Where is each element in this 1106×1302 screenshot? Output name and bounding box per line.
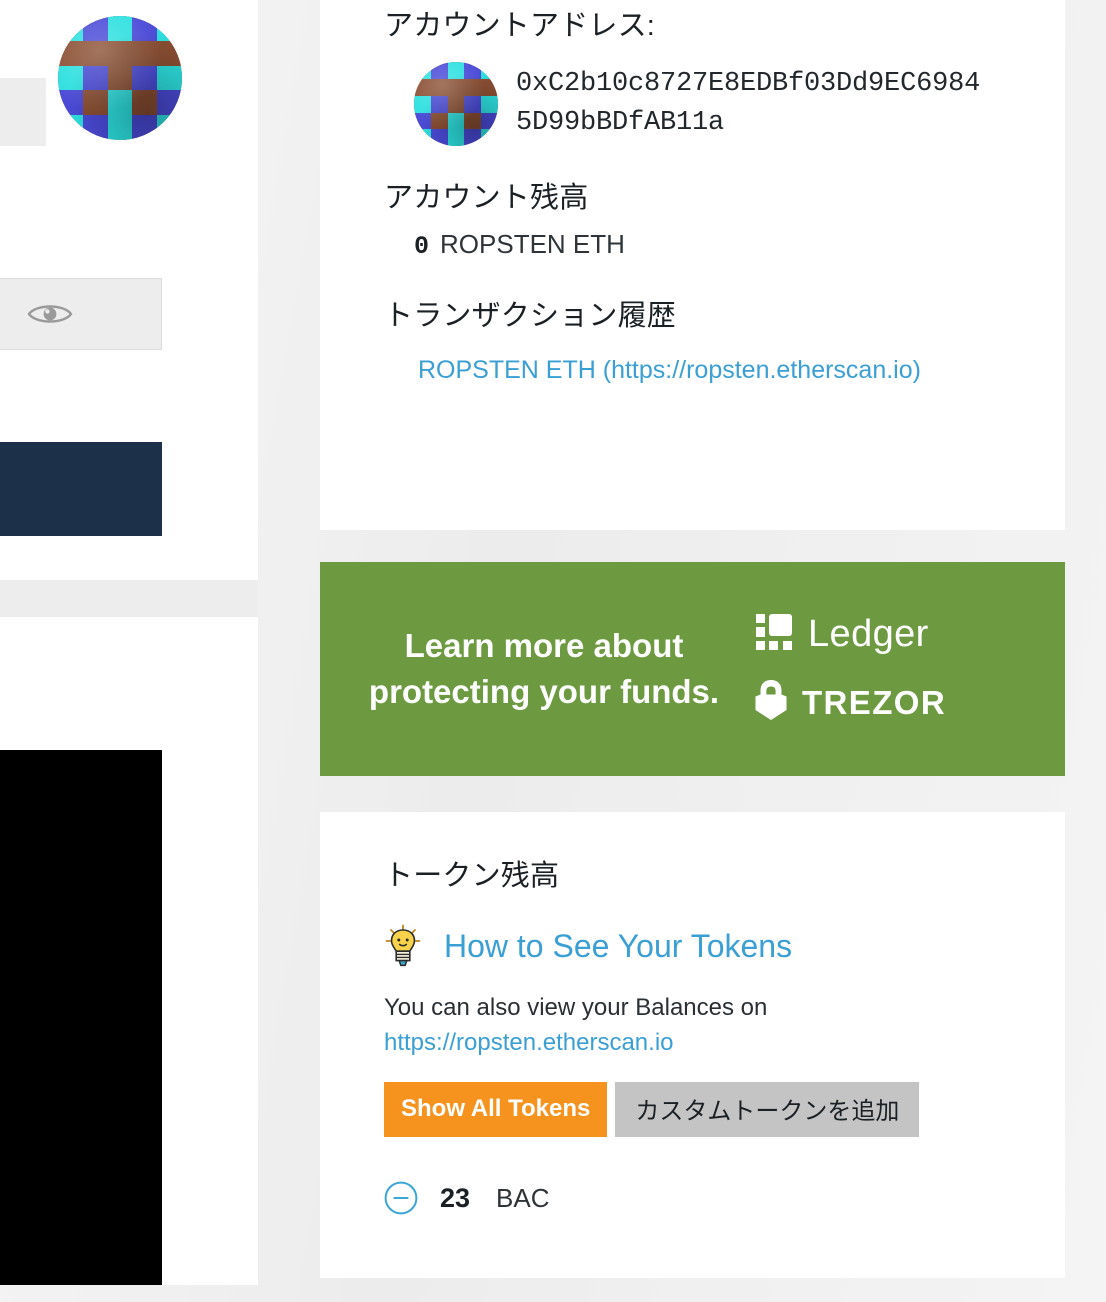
transaction-history-link[interactable]: ROPSTEN ETH (https://ropsten.etherscan.i…: [384, 348, 1038, 392]
add-custom-token-button[interactable]: カスタムトークンを追加: [615, 1082, 920, 1138]
account-balance-unit: ROPSTEN ETH: [440, 228, 625, 259]
left-panel-gap: [0, 580, 258, 617]
how-to-see-tokens-link[interactable]: How to See Your Tokens: [444, 928, 792, 965]
trezor-lock-icon: [754, 679, 788, 726]
promo-banner-text: Learn more about protecting your funds.: [368, 627, 720, 710]
identicon-cell: [107, 65, 133, 91]
also-view-balances-text: You can also view your Balances on https…: [384, 990, 1001, 1060]
ledger-mark-icon: [754, 612, 794, 657]
identicon-cell: [430, 112, 448, 130]
identicon-cell: [107, 40, 133, 66]
token-actions-row: Show All Tokens カスタムトークンを追加: [384, 1082, 1001, 1138]
identicon-cell: [82, 65, 108, 91]
token-balance-heading: トークン残高: [384, 860, 560, 892]
identicon-cell: [58, 115, 83, 140]
identicon-cell: [464, 129, 482, 147]
identicon-grid-small: [414, 62, 498, 147]
identicon-cell: [157, 65, 182, 91]
identicon-cell: [447, 62, 465, 80]
sidebar-navy-panel: [0, 442, 162, 536]
identicon-cell: [447, 112, 465, 130]
eye-icon: [27, 300, 73, 328]
identicon-cell: [82, 16, 108, 41]
account-avatar-large: [58, 16, 182, 140]
identicon-cell: [132, 40, 158, 66]
etherscan-url-link[interactable]: https://ropsten.etherscan.io: [384, 1025, 1001, 1060]
trezor-wordmark: TREZOR: [802, 683, 947, 721]
identicon-cell: [157, 40, 182, 66]
promo-logo-group: Ledger TREZOR: [740, 612, 1065, 726]
identicon-cell: [481, 129, 498, 147]
trezor-logo[interactable]: TREZOR: [754, 679, 946, 726]
identicon-cell: [414, 79, 431, 96]
hardware-wallet-promo-banner[interactable]: Learn more about protecting your funds. …: [320, 562, 1065, 776]
identicon-cell: [58, 65, 83, 91]
sidebar-placeholder-box: [0, 78, 46, 146]
transaction-history-heading: トランザクション履歴: [384, 299, 677, 332]
identicon-cell: [430, 129, 448, 147]
token-balance-card: トークン残高 How to See Your Tokens You can al…: [320, 812, 1065, 1278]
account-avatar-small: [414, 62, 498, 147]
identicon-cell: [430, 79, 448, 96]
token-list-item[interactable]: 23 BAC: [384, 1181, 1001, 1215]
how-to-see-tokens-row[interactable]: How to See Your Tokens: [384, 924, 1001, 968]
account-address-heading: アカウントアドレス:: [384, 10, 656, 42]
identicon-cell: [58, 40, 83, 66]
account-address-value[interactable]: 0xC2b10c8727E8EDBf03Dd9EC69845D99bBDfAB1…: [516, 65, 986, 143]
identicon-cell: [414, 62, 431, 80]
identicon-cell: [447, 129, 465, 147]
remove-token-icon[interactable]: [384, 1181, 418, 1215]
identicon-cell: [464, 112, 482, 130]
account-balance-row: 0 ROPSTEN ETH: [384, 229, 1001, 262]
identicon-cell: [132, 115, 158, 140]
identicon-cell: [107, 90, 133, 116]
identicon-cell: [481, 95, 498, 113]
identicon-cell: [58, 16, 83, 41]
identicon-cell: [481, 62, 498, 80]
show-account-details-button[interactable]: [0, 278, 162, 350]
lightbulb-icon: [384, 924, 422, 968]
identicon-cell: [107, 16, 133, 41]
identicon-cell: [107, 115, 133, 140]
identicon-cell: [414, 129, 431, 147]
identicon-cell: [82, 115, 108, 140]
account-balance-heading: アカウント残高: [384, 182, 589, 215]
identicon-cell: [157, 16, 182, 41]
identicon-cell: [464, 62, 482, 80]
account-balance-amount: 0: [414, 231, 430, 261]
identicon-cell: [464, 79, 482, 96]
identicon-cell: [430, 62, 448, 80]
identicon-cell: [82, 40, 108, 66]
account-address-row[interactable]: 0xC2b10c8727E8EDBf03Dd9EC69845D99bBDfAB1…: [384, 62, 1001, 147]
token-symbol: BAC: [496, 1182, 550, 1213]
also-view-label: You can also view your Balances on: [384, 994, 768, 1022]
identicon-cell: [132, 65, 158, 91]
identicon-cell: [447, 95, 465, 113]
identicon-cell: [414, 95, 431, 113]
identicon-cell: [132, 90, 158, 116]
identicon-cell: [430, 95, 448, 113]
identicon-cell: [132, 16, 158, 41]
identicon-cell: [157, 90, 182, 116]
ledger-logo[interactable]: Ledger: [754, 612, 929, 657]
ledger-wordmark: Ledger: [808, 613, 929, 655]
identicon-cell: [157, 115, 182, 140]
identicon-cell: [464, 95, 482, 113]
token-amount: 23: [440, 1182, 471, 1213]
identicon-cell: [481, 79, 498, 96]
account-detail-card: アカウントアドレス: 0xC2b10c8727E8EDBf03Dd9EC6984…: [320, 0, 1065, 530]
identicon-cell: [82, 90, 108, 116]
identicon-cell: [481, 112, 498, 130]
identicon-cell: [414, 112, 431, 130]
identicon-cell: [58, 90, 83, 116]
sidebar-black-panel: [0, 750, 162, 1285]
identicon-cell: [447, 79, 465, 96]
show-all-tokens-button[interactable]: Show All Tokens: [384, 1082, 608, 1138]
identicon-grid-large: [58, 16, 182, 140]
